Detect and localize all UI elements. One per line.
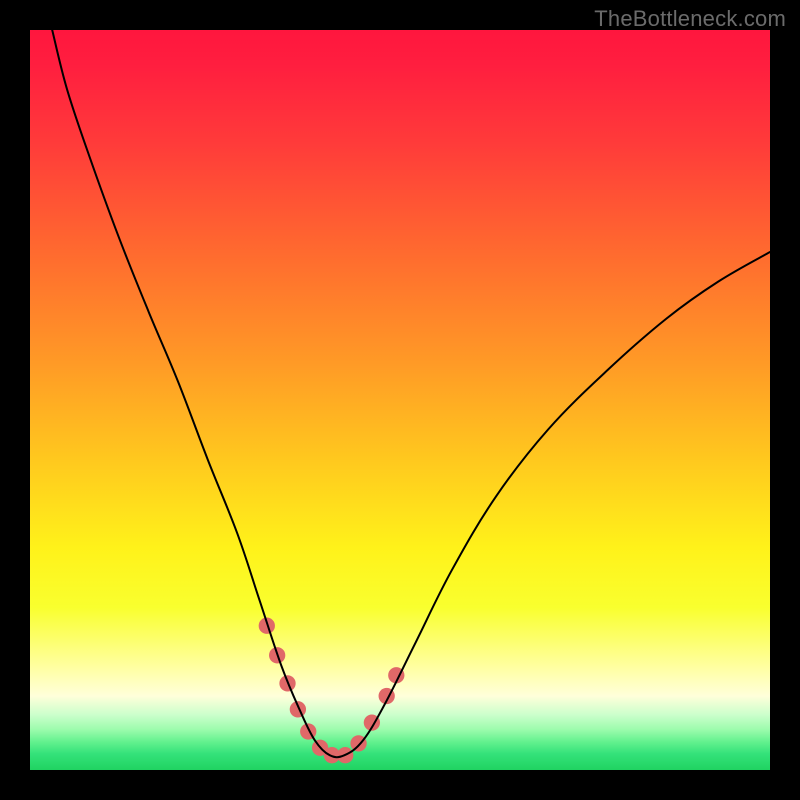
outer-frame: TheBottleneck.com [0,0,800,800]
marker-group [259,618,405,764]
chart-svg [30,30,770,770]
plot-area [30,30,770,770]
watermark-text: TheBottleneck.com [594,6,786,32]
bottleneck-curve-path [52,30,770,757]
